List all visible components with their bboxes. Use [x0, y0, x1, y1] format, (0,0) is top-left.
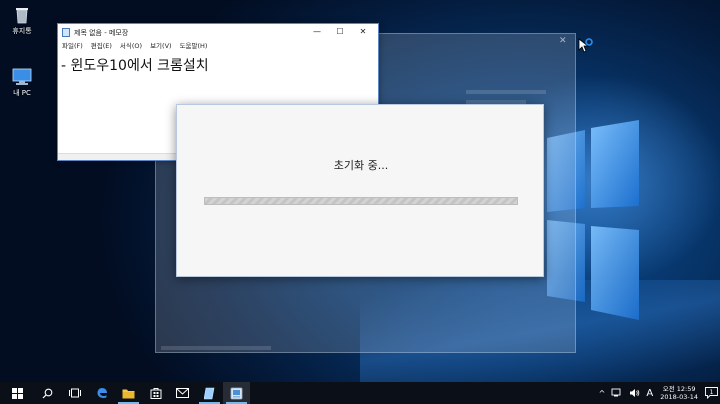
menu-help[interactable]: 도움말(H) — [180, 41, 208, 52]
desktop-icon-recycle-bin[interactable]: 휴지통 — [0, 6, 44, 36]
edge-icon — [97, 388, 107, 398]
notepad-icon — [204, 387, 215, 399]
taskbar-installer[interactable] — [223, 382, 250, 404]
menu-edit[interactable]: 편집(E) — [91, 41, 112, 52]
taskbar: ^ A 오전 12:59 2018-03-14 1 — [0, 382, 720, 404]
start-button[interactable] — [0, 382, 34, 404]
taskbar-clock[interactable]: 오전 12:59 2018-03-14 — [660, 385, 698, 401]
window-title: 제목 없음 - 메모장 — [74, 29, 129, 37]
menu-format[interactable]: 서식(O) — [120, 41, 142, 52]
search-icon — [42, 388, 53, 398]
network-icon[interactable] — [611, 388, 623, 398]
recycle-bin-icon — [16, 8, 28, 24]
menu-file[interactable]: 파일(F) — [62, 41, 83, 52]
taskbar-edge[interactable] — [88, 382, 115, 404]
maximize-button[interactable]: ☐ — [329, 24, 351, 40]
taskbar-notepad[interactable] — [196, 382, 223, 404]
minimize-button[interactable]: — — [306, 24, 328, 40]
notepad-menubar: 파일(F) 편집(E) 서식(O) 보기(V) 도움말(H) — [58, 41, 378, 52]
chrome-installer-dialog[interactable]: 초기화 중... — [176, 104, 544, 277]
busy-cursor-icon — [578, 38, 593, 53]
clock-date: 2018-03-14 — [660, 393, 698, 401]
task-view-button[interactable] — [61, 382, 88, 404]
tray-overflow-chevron[interactable]: ^ — [599, 389, 606, 398]
desktop-icon-label: 휴지통 — [12, 27, 32, 35]
input-method-indicator[interactable]: A — [646, 388, 653, 399]
start-icon — [11, 387, 23, 399]
installer-status-text: 초기화 중... — [333, 159, 389, 172]
clock-time: 오전 12:59 — [662, 385, 696, 393]
notification-count: 1 — [709, 389, 713, 396]
notepad-titlebar[interactable]: 제목 없음 - 메모장 — ☐ ✕ — [58, 24, 378, 41]
computer-icon — [12, 68, 32, 85]
mail-icon — [176, 388, 189, 398]
search-button[interactable] — [34, 382, 61, 404]
volume-icon[interactable] — [629, 388, 640, 398]
taskbar-store[interactable] — [142, 382, 169, 404]
desktop-icon-this-pc[interactable]: 내 PC — [0, 68, 44, 98]
menu-view[interactable]: 보기(V) — [150, 41, 171, 52]
close-icon: ✕ — [559, 36, 567, 46]
installer-icon — [230, 387, 243, 399]
task-view-icon — [68, 388, 81, 398]
background-window-line — [466, 90, 546, 94]
background-window-line — [161, 346, 271, 350]
close-button[interactable]: ✕ — [352, 24, 374, 40]
desktop-icon-label: 내 PC — [13, 89, 31, 97]
installer-progress-bar — [204, 197, 518, 205]
system-tray: ^ A 오전 12:59 2018-03-14 1 — [596, 382, 720, 404]
notepad-icon — [62, 28, 70, 37]
notification-icon: 1 — [704, 387, 718, 399]
store-icon — [150, 388, 161, 399]
taskbar-file-explorer[interactable] — [115, 382, 142, 404]
file-explorer-icon — [122, 389, 135, 398]
notepad-text-area[interactable]: - 윈도우10에서 크롬설치 — [61, 55, 209, 75]
action-center-button[interactable]: 1 — [702, 382, 720, 404]
taskbar-mail[interactable] — [169, 382, 196, 404]
